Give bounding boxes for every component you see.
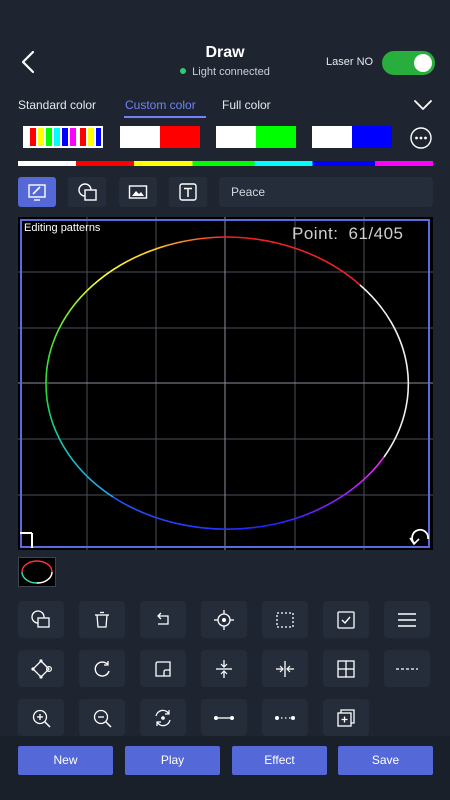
laser-toggle[interactable] xyxy=(382,51,435,75)
line-icon xyxy=(214,716,234,720)
rotate-button[interactable] xyxy=(79,650,125,687)
status-text: Light connected xyxy=(192,66,270,78)
dotted-line-button[interactable] xyxy=(262,699,308,736)
select-rect-icon xyxy=(276,612,294,628)
laser-label: Laser NO xyxy=(326,56,374,68)
reset-button[interactable] xyxy=(140,699,186,736)
text-icon xyxy=(179,183,197,201)
dotted-line-icon xyxy=(275,716,295,720)
save-button[interactable]: Save xyxy=(338,746,433,775)
shapes-icon xyxy=(78,183,97,201)
color-swatch-blue[interactable] xyxy=(312,126,392,148)
toggle-knob xyxy=(414,54,432,72)
point-value: 61/405 xyxy=(348,224,404,243)
point-counter: Point: 61/405 xyxy=(292,224,403,244)
effect-button[interactable]: Effect xyxy=(232,746,327,775)
menu-icon xyxy=(398,613,416,627)
checkbox-icon xyxy=(337,611,355,629)
chevron-down-icon xyxy=(414,100,432,110)
add-shape-button[interactable] xyxy=(18,601,64,638)
center-button[interactable] xyxy=(201,601,247,638)
confirm-button[interactable] xyxy=(323,601,369,638)
menu-button[interactable] xyxy=(384,601,430,638)
tab-underline xyxy=(124,116,206,118)
line-button[interactable] xyxy=(201,699,247,736)
undo-icon xyxy=(157,612,169,625)
undo-button[interactable] xyxy=(140,601,186,638)
compress-horizontal-icon xyxy=(276,661,294,677)
play-button[interactable]: Play xyxy=(125,746,220,775)
tab-standard-color[interactable]: Standard color xyxy=(18,98,96,112)
canvas-drawing xyxy=(18,217,433,550)
more-colors-button[interactable] xyxy=(410,127,432,149)
round-corner-button[interactable] xyxy=(140,650,186,687)
dashed-line-icon xyxy=(396,668,418,670)
color-swatch-green[interactable] xyxy=(216,126,296,148)
rotate-icon xyxy=(94,661,110,677)
pattern-thumbnail-image xyxy=(21,560,53,584)
drawing-canvas[interactable] xyxy=(18,217,433,550)
tab-full-color[interactable]: Full color xyxy=(222,98,271,112)
color-swatch-rainbow[interactable] xyxy=(23,126,103,148)
target-icon xyxy=(214,610,234,630)
corner-round-icon xyxy=(155,661,171,677)
image-icon xyxy=(128,185,148,199)
zoom-in-button[interactable] xyxy=(18,699,64,736)
layers-add-icon xyxy=(337,709,355,727)
compress-vertical-button[interactable] xyxy=(201,650,247,687)
text-input[interactable] xyxy=(219,177,433,207)
fit-screen-button[interactable] xyxy=(323,650,369,687)
expand-colors-button[interactable] xyxy=(412,98,434,112)
color-gradient-bar[interactable] xyxy=(18,161,433,166)
trash-icon xyxy=(95,611,109,628)
more-dots-icon xyxy=(410,127,432,149)
node-edit-icon xyxy=(31,659,52,679)
zoom-in-icon xyxy=(32,709,51,728)
pattern-thumbnail[interactable] xyxy=(18,557,56,587)
zoom-out-icon xyxy=(93,709,112,728)
point-label: Point: xyxy=(292,224,339,243)
canvas-label: Editing patterns xyxy=(24,222,101,234)
dashed-line-button[interactable] xyxy=(384,650,430,687)
tab-custom-color[interactable]: Custom color xyxy=(125,98,196,112)
select-area-button[interactable] xyxy=(262,601,308,638)
image-tool-button[interactable] xyxy=(119,177,157,207)
status-dot-icon xyxy=(180,68,187,75)
shapes-icon xyxy=(31,610,50,628)
add-layer-button[interactable] xyxy=(323,699,369,736)
compress-vertical-icon xyxy=(216,660,232,678)
text-tool-button[interactable] xyxy=(169,177,207,207)
pen-icon xyxy=(28,184,46,201)
shape-tool-button[interactable] xyxy=(68,177,106,207)
new-button[interactable]: New xyxy=(18,746,113,775)
draw-tool-button[interactable] xyxy=(18,177,56,207)
zoom-out-button[interactable] xyxy=(79,699,125,736)
expand-icon xyxy=(337,660,355,678)
edit-nodes-button[interactable] xyxy=(18,650,64,687)
refresh-icon xyxy=(155,709,171,727)
color-swatch-red[interactable] xyxy=(120,126,200,148)
delete-button[interactable] xyxy=(79,601,125,638)
compress-horizontal-button[interactable] xyxy=(262,650,308,687)
